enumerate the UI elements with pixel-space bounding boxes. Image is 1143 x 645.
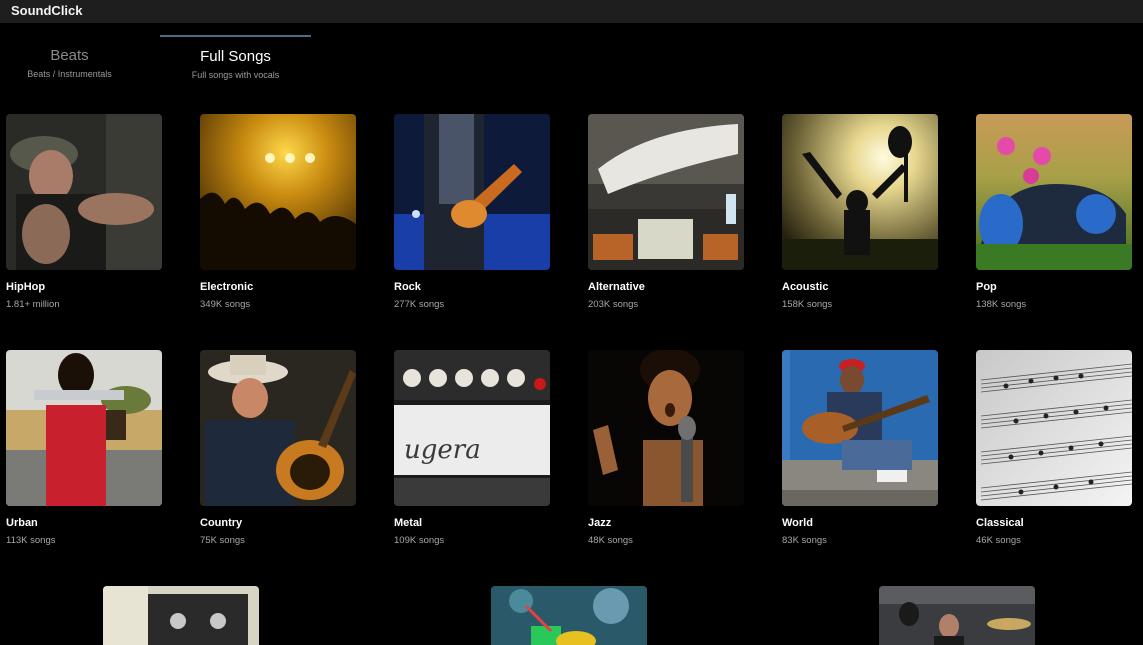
genre-count: 277K songs (394, 299, 445, 310)
tab-beats[interactable]: Beats Beats / Instrumentals (0, 36, 145, 86)
genre-thumbnail-rock (394, 114, 550, 270)
genre-count: 203K songs (588, 299, 639, 310)
tab-beats-sublabel: Beats / Instrumentals (27, 69, 112, 79)
genre-count: 1.81+ million (6, 299, 60, 310)
genre-card-partial-3[interactable] (879, 586, 1035, 645)
genre-thumbnail-electronic (200, 114, 356, 270)
genre-thumbnail-acoustic (782, 114, 938, 270)
genre-card-pop[interactable]: Pop 138K songs (976, 114, 1132, 310)
genre-name: Electronic (200, 281, 254, 293)
genre-thumbnail-world (782, 350, 938, 506)
genre-card-country[interactable]: Country 75K songs (200, 350, 356, 546)
genre-thumbnail-jazz (588, 350, 744, 506)
genre-card-world[interactable]: World 83K songs (782, 350, 938, 546)
genre-name: Country (200, 517, 243, 529)
genre-count: 75K songs (200, 535, 245, 546)
tab-full-songs-sublabel: Full songs with vocals (191, 70, 280, 80)
title-bar: SoundClick (0, 0, 1143, 23)
genre-name: Alternative (588, 281, 645, 293)
genre-name: Jazz (588, 517, 612, 529)
genre-name: World (782, 517, 813, 529)
genre-count: 83K songs (782, 535, 827, 546)
tab-full-songs[interactable]: Full Songs Full songs with vocals (160, 35, 311, 87)
genre-thumbnail-metal: ugera (394, 350, 550, 506)
genre-name: Metal (394, 517, 423, 529)
genre-name: HipHop (6, 281, 46, 293)
genre-card-urban[interactable]: Urban 113K songs (6, 350, 162, 546)
genre-thumbnail-pop (976, 114, 1132, 270)
svg-text:ugera: ugera (404, 435, 481, 465)
genre-card-alternative[interactable]: Alternative 203K songs (588, 114, 744, 310)
genre-thumbnail-alternative (588, 114, 744, 270)
genre-thumbnail-country (200, 350, 356, 506)
tab-full-songs-label: Full Songs (200, 48, 271, 65)
genre-thumbnail-urban (6, 350, 162, 506)
genre-name: Classical (976, 517, 1024, 529)
genre-thumbnail-drink (491, 586, 647, 645)
genre-count: 138K songs (976, 299, 1027, 310)
genre-card-partial-1[interactable] (103, 586, 259, 645)
genre-card-classical[interactable]: Classical 46K songs (976, 350, 1132, 546)
genre-name: Acoustic (782, 281, 829, 293)
genre-thumbnail-cassette (103, 586, 259, 645)
genre-card-electronic[interactable]: Electronic 349K songs (200, 114, 356, 310)
genre-thumbnail-band (879, 586, 1035, 645)
genre-count: 109K songs (394, 535, 445, 546)
genre-count: 46K songs (976, 535, 1021, 546)
genre-card-metal[interactable]: ugera Metal 109K songs (394, 350, 550, 546)
genre-count: 113K songs (6, 535, 56, 546)
tab-beats-label: Beats (50, 47, 89, 64)
genre-thumbnail-hiphop (6, 114, 162, 270)
genre-name: Urban (6, 517, 38, 529)
app-title: SoundClick (11, 3, 83, 18)
genre-card-acoustic[interactable]: Acoustic 158K songs (782, 114, 938, 310)
genre-count: 48K songs (588, 535, 633, 546)
genre-card-rock[interactable]: Rock 277K songs (394, 114, 550, 310)
genre-name: Pop (976, 281, 997, 293)
genre-thumbnail-classical (976, 350, 1132, 506)
genre-count: 158K songs (782, 299, 833, 310)
genre-name: Rock (394, 281, 421, 293)
genre-card-partial-2[interactable] (491, 586, 647, 645)
genre-count: 349K songs (200, 299, 251, 310)
genre-card-hiphop[interactable]: HipHop 1.81+ million (6, 114, 162, 310)
genre-card-jazz[interactable]: Jazz 48K songs (588, 350, 744, 546)
